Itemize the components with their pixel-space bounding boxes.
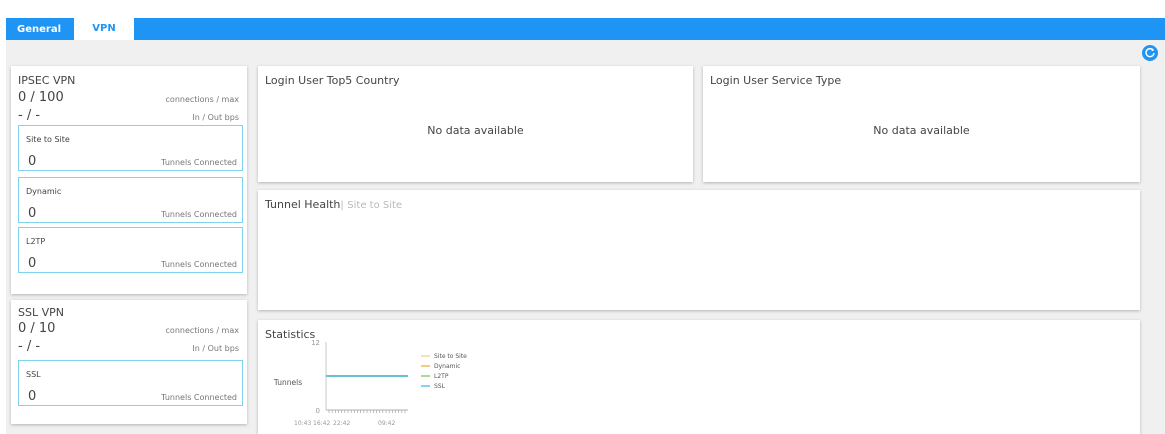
- tunnel-value: 0: [28, 389, 37, 404]
- statistics-chart: 12 0 Tunnels 10:43 16:42 22:42 09:42 Sit…: [273, 339, 467, 427]
- y-tick-min: 0: [316, 407, 320, 415]
- refresh-icon[interactable]: [1142, 45, 1158, 61]
- service-type-card: Login User Service Type No data availabl…: [703, 66, 1140, 182]
- legend-label: Site to Site: [434, 353, 467, 360]
- tunnel-health-subtitle: Site to Site: [347, 200, 403, 211]
- x-tick-label: 16:42: [313, 420, 330, 427]
- ssl-bps: - / -: [18, 339, 41, 354]
- tunnel-health-heading: Tunnel Health| Site to Site: [265, 198, 402, 211]
- top5-country-empty: No data available: [427, 124, 524, 137]
- tunnel-unit: Tunnels Connected: [161, 393, 237, 402]
- ssl-connections-unit: connections / max: [165, 326, 239, 335]
- tunnel-label: L2TP: [26, 237, 46, 246]
- ipsec-connections-unit: connections / max: [165, 95, 239, 104]
- ssl-bps-unit: In / Out bps: [192, 344, 239, 353]
- ipsec-bps-unit: In / Out bps: [192, 113, 239, 122]
- tab-general[interactable]: General: [8, 18, 70, 40]
- tunnel-box-dynamic: Dynamic 0 Tunnels Connected: [18, 177, 243, 223]
- tunnel-health-card: Tunnel Health| Site to Site: [258, 190, 1140, 310]
- legend-label: Dynamic: [434, 363, 460, 370]
- y-axis-label: Tunnels: [273, 378, 302, 387]
- tunnel-value: 0: [28, 256, 37, 271]
- tab-bar: General VPN: [6, 17, 1165, 40]
- ipsec-title: IPSEC VPN: [18, 74, 76, 87]
- tunnel-label: Site to Site: [26, 135, 70, 144]
- x-tick-label: 10:43: [294, 420, 311, 427]
- top5-country-title: Login User Top5 Country: [265, 74, 400, 87]
- tunnel-unit: Tunnels Connected: [161, 210, 237, 219]
- ssl-connections: 0 / 10: [18, 321, 56, 336]
- statistics-card: Statistics 12 0 Tunnels 10:43 16:42 22:4…: [258, 320, 1140, 434]
- tunnel-label: SSL: [26, 370, 41, 379]
- ssl-vpn-card: SSL VPN 0 / 10 connections / max - / - I…: [11, 300, 247, 424]
- service-type-empty: No data available: [873, 124, 970, 137]
- tunnel-box-site-to-site: Site to Site 0 Tunnels Connected: [18, 125, 243, 171]
- tunnel-health-separator: |: [340, 200, 344, 211]
- tunnel-label: Dynamic: [26, 187, 62, 196]
- legend-label: SSL: [434, 383, 446, 390]
- tunnel-value: 0: [28, 206, 37, 221]
- y-tick-max: 12: [311, 339, 320, 347]
- tunnel-box-l2tp: L2TP 0 Tunnels Connected: [18, 227, 243, 273]
- legend-label: L2TP: [434, 373, 449, 380]
- tab-vpn[interactable]: VPN: [74, 17, 134, 40]
- ipsec-vpn-card: IPSEC VPN 0 / 100 connections / max - / …: [11, 66, 247, 294]
- top5-country-card: Login User Top5 Country No data availabl…: [258, 66, 693, 182]
- tunnel-health-title: Tunnel Health: [265, 198, 341, 211]
- x-tick-label: 22:42: [333, 420, 350, 427]
- x-tick-label: 09:42: [378, 420, 395, 427]
- ssl-title: SSL VPN: [18, 306, 64, 319]
- service-type-title: Login User Service Type: [710, 74, 842, 87]
- tunnel-unit: Tunnels Connected: [161, 158, 237, 167]
- tunnel-box-ssl: SSL 0 Tunnels Connected: [18, 360, 243, 406]
- ipsec-bps: - / -: [18, 108, 41, 123]
- tunnel-value: 0: [28, 154, 37, 169]
- tunnel-unit: Tunnels Connected: [161, 260, 237, 269]
- ipsec-connections: 0 / 100: [18, 90, 64, 105]
